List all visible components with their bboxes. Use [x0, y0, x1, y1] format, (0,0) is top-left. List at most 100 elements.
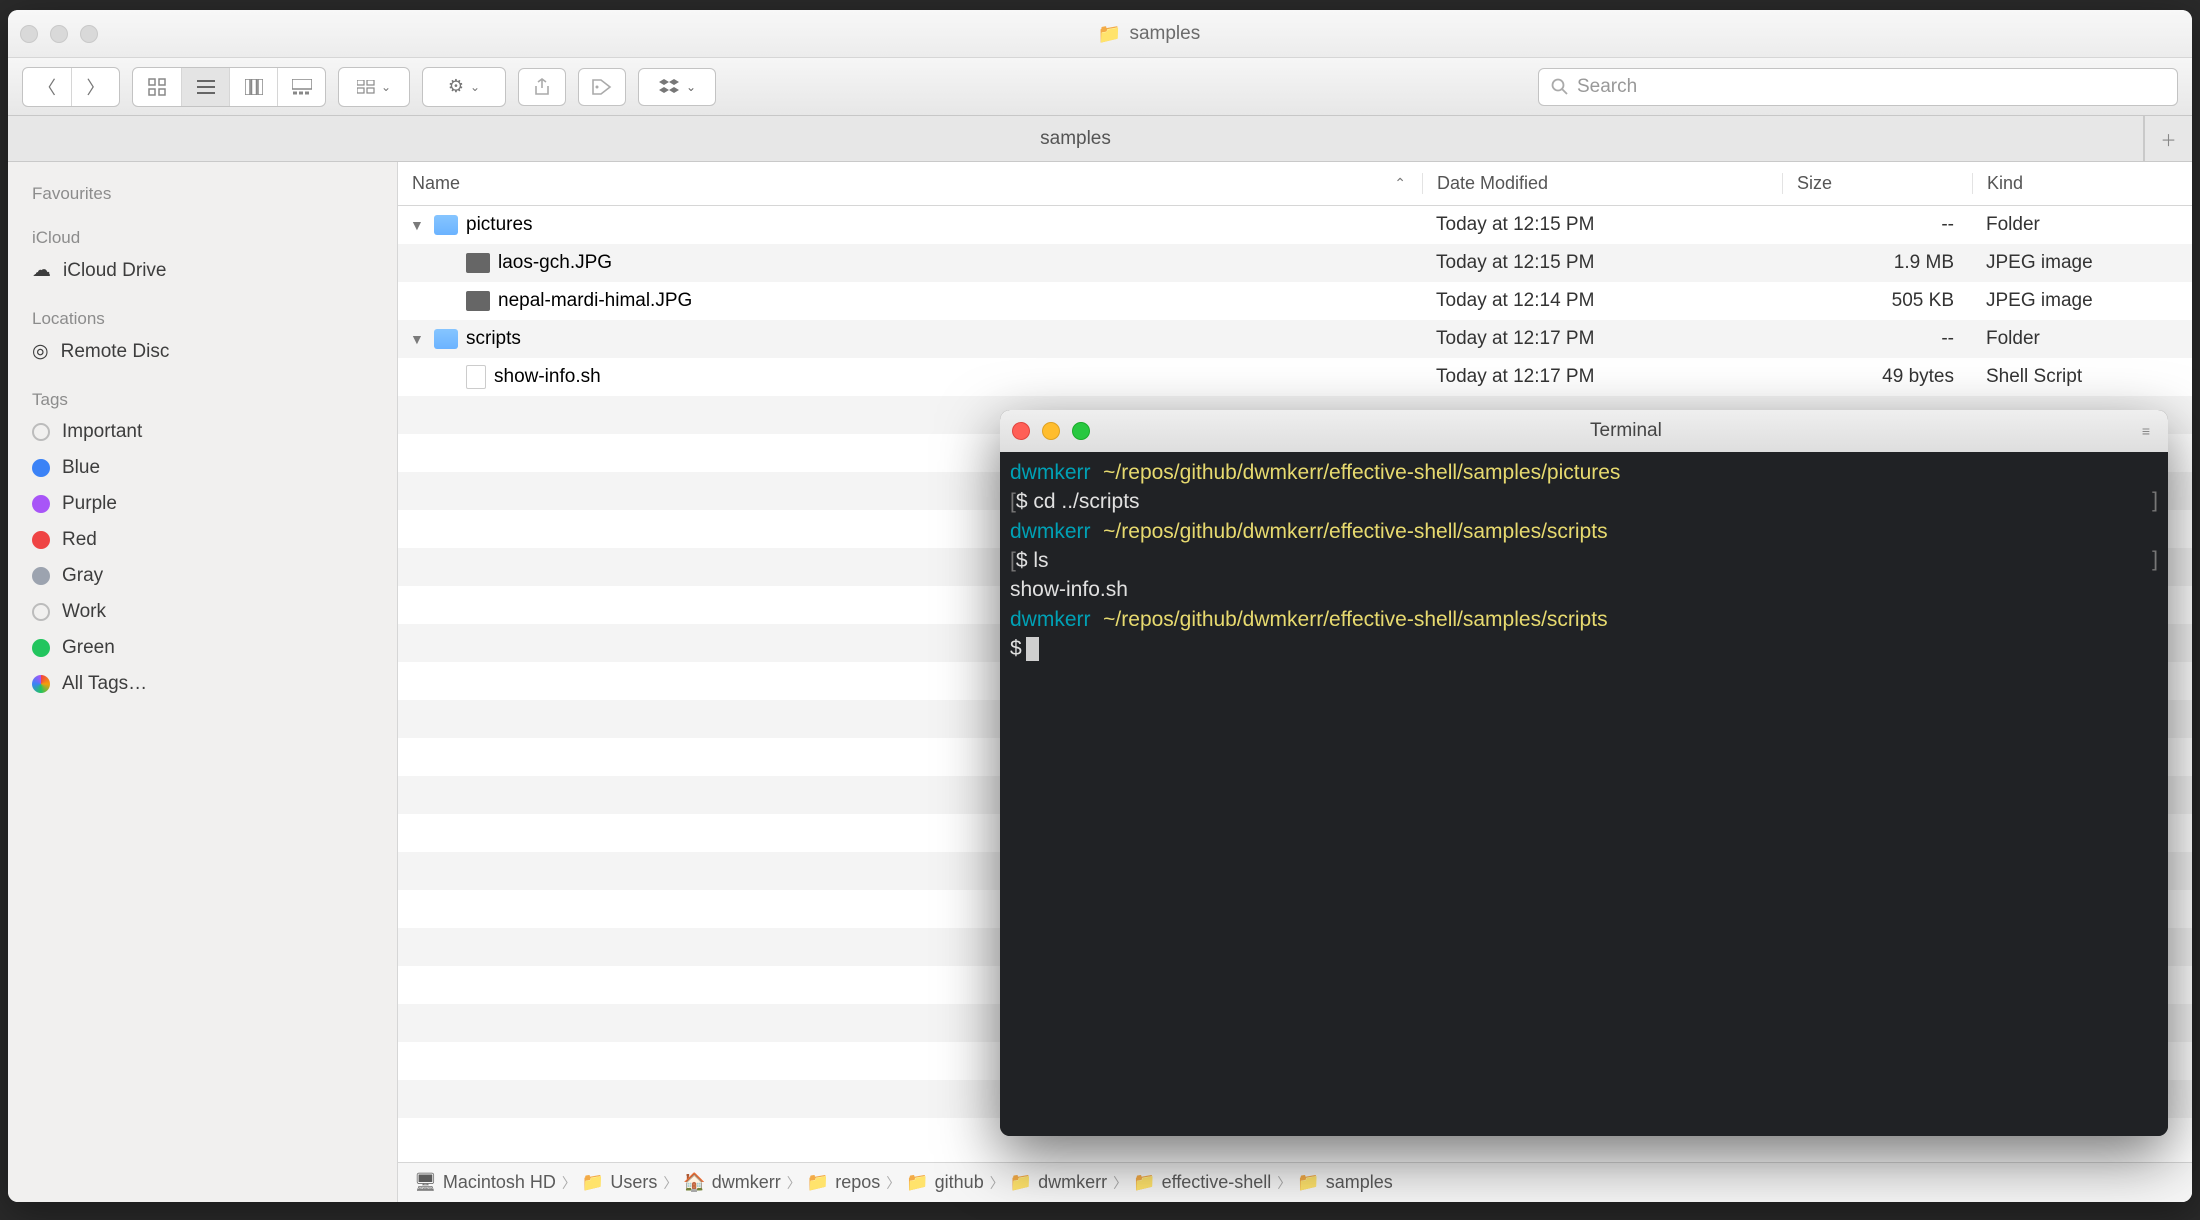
file-size: 49 bytes	[1782, 366, 1972, 388]
file-kind: Shell Script	[1972, 366, 2192, 388]
dropbox-button[interactable]: ⌄	[638, 68, 716, 106]
share-icon	[534, 78, 550, 96]
file-size: 1.9 MB	[1782, 252, 1972, 274]
path-icon: 📁	[906, 1172, 928, 1193]
file-kind: JPEG image	[1972, 252, 2192, 274]
new-tab-button[interactable]: ＋	[2144, 116, 2192, 161]
sidebar-item-icloud-drive[interactable]: ☁︎ iCloud Drive	[8, 252, 397, 289]
file-date: Today at 12:14 PM	[1422, 290, 1782, 312]
disc-icon: ◎	[32, 340, 49, 363]
sidebar-section-tags: Tags	[8, 384, 397, 414]
path-icon: 🖥	[414, 1172, 437, 1193]
path-separator: 〉	[1113, 1173, 1127, 1193]
path-icon: 🏠	[683, 1172, 705, 1193]
file-name: laos-gch.JPG	[498, 252, 612, 274]
search-field[interactable]: Search	[1538, 68, 2178, 106]
path-separator: 〉	[1277, 1173, 1291, 1193]
search-icon	[1551, 78, 1569, 96]
column-size[interactable]: Size	[1782, 173, 1972, 194]
file-size: 505 KB	[1782, 290, 1972, 312]
sidebar-tag-important[interactable]: Important	[8, 414, 397, 450]
group-button[interactable]: ⌄	[339, 68, 409, 106]
path-separator: 〉	[663, 1173, 677, 1193]
path-icon: 📁	[1010, 1172, 1032, 1193]
path-segment[interactable]: repos	[835, 1172, 880, 1193]
terminal-menu-icon[interactable]: ≡	[2142, 423, 2150, 439]
sidebar-tag-blue[interactable]: Blue	[8, 450, 397, 486]
sidebar-tag-red[interactable]: Red	[8, 522, 397, 558]
image-icon	[466, 291, 490, 311]
sidebar-section-favourites: Favourites	[8, 178, 397, 208]
path-segment[interactable]: Users	[610, 1172, 657, 1193]
terminal-zoom-button[interactable]	[1072, 422, 1090, 440]
back-button[interactable]: 〈	[23, 68, 71, 106]
action-button[interactable]: ⚙︎ ⌄	[423, 68, 505, 106]
file-kind: Folder	[1972, 214, 2192, 236]
file-row[interactable]: laos-gch.JPG Today at 12:15 PM1.9 MBJPEG …	[398, 244, 2192, 282]
file-name: pictures	[466, 214, 533, 236]
terminal-close-button[interactable]	[1012, 422, 1030, 440]
path-segment[interactable]: dwmkerr	[1038, 1172, 1107, 1193]
close-button[interactable]	[20, 25, 38, 43]
sidebar-tag-green[interactable]: Green	[8, 630, 397, 666]
file-size: --	[1782, 214, 1972, 236]
file-row[interactable]: show-info.shToday at 12:17 PM49 bytesShe…	[398, 358, 2192, 396]
file-date: Today at 12:15 PM	[1422, 252, 1782, 274]
column-kind[interactable]: Kind	[1972, 173, 2192, 194]
path-segment[interactable]: Macintosh HD	[443, 1172, 556, 1193]
terminal-minimize-button[interactable]	[1042, 422, 1060, 440]
image-icon	[466, 253, 490, 273]
path-segment[interactable]: effective-shell	[1162, 1172, 1272, 1193]
terminal-body[interactable]: dwmkerr ~/repos/github/dwmkerr/effective…	[1000, 452, 2168, 1136]
terminal-title: Terminal	[1110, 420, 2142, 442]
path-icon: 📁	[807, 1172, 829, 1193]
path-segment[interactable]: samples	[1326, 1172, 1393, 1193]
folder-icon: 📁	[1098, 22, 1122, 46]
path-segment[interactable]: github	[935, 1172, 984, 1193]
zoom-button[interactable]	[80, 25, 98, 43]
list-view-button[interactable]	[181, 68, 229, 106]
path-separator: 〉	[562, 1173, 576, 1193]
minimize-button[interactable]	[50, 25, 68, 43]
file-name: scripts	[466, 328, 521, 350]
tags-button[interactable]	[578, 68, 626, 106]
share-button[interactable]	[518, 68, 566, 106]
forward-button[interactable]: 〉	[71, 68, 119, 106]
view-buttons	[132, 67, 326, 107]
window-title: samples	[1129, 23, 1200, 45]
sidebar-tag-purple[interactable]: Purple	[8, 486, 397, 522]
gallery-view-button[interactable]	[277, 68, 325, 106]
gear-icon: ⚙︎	[448, 76, 464, 97]
column-date[interactable]: Date Modified	[1422, 173, 1782, 194]
path-separator: 〉	[787, 1173, 801, 1193]
file-kind: JPEG image	[1972, 290, 2192, 312]
tab-samples[interactable]: samples	[8, 116, 2144, 161]
icon-view-button[interactable]	[133, 68, 181, 106]
nav-buttons: 〈 〉	[22, 67, 120, 107]
path-icon: 📁	[1297, 1172, 1319, 1193]
file-date: Today at 12:15 PM	[1422, 214, 1782, 236]
path-bar: 🖥 Macintosh HD 〉 📁 Users 〉 🏠 dwmkerr 〉 📁 repos…	[398, 1162, 2192, 1202]
path-icon: 📁	[582, 1172, 604, 1193]
sidebar-tag-work[interactable]: Work	[8, 594, 397, 630]
disclosure-triangle[interactable]: ▼	[410, 217, 426, 233]
sidebar-tag-gray[interactable]: Gray	[8, 558, 397, 594]
file-row[interactable]: ▼ pictures Today at 12:15 PM--Folder	[398, 206, 2192, 244]
terminal-titlebar: Terminal ≡	[1000, 410, 2168, 452]
file-row[interactable]: nepal-mardi-himal.JPG Today at 12:14 PM50…	[398, 282, 2192, 320]
column-view-button[interactable]	[229, 68, 277, 106]
disclosure-triangle[interactable]: ▼	[410, 331, 426, 347]
tag-icon	[592, 79, 612, 95]
file-name: show-info.sh	[494, 366, 601, 388]
file-name: nepal-mardi-himal.JPG	[498, 290, 692, 312]
file-row[interactable]: ▼scriptsToday at 12:17 PM--Folder	[398, 320, 2192, 358]
sidebar-section-icloud: iCloud	[8, 222, 397, 252]
finder-titlebar: 📁 samples	[8, 10, 2192, 58]
column-name[interactable]: Name⌃	[398, 173, 1422, 194]
path-icon: 📁	[1133, 1172, 1155, 1193]
sidebar-tag-all[interactable]: All Tags…	[8, 666, 397, 702]
terminal-window: Terminal ≡ dwmkerr ~/repos/github/dwmker…	[1000, 410, 2168, 1136]
sidebar-item-remote-disc[interactable]: ◎ Remote Disc	[8, 333, 397, 370]
sidebar-section-locations: Locations	[8, 303, 397, 333]
path-segment[interactable]: dwmkerr	[712, 1172, 781, 1193]
